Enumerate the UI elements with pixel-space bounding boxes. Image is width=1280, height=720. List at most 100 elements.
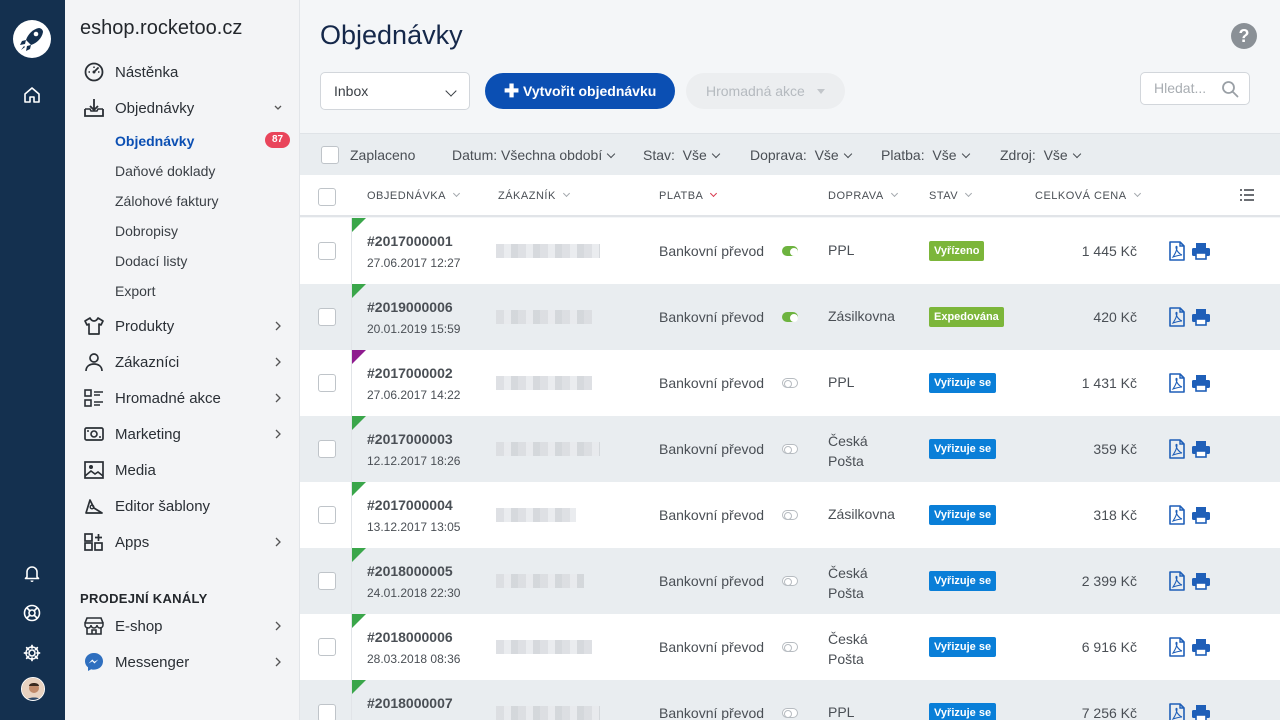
- printer-icon[interactable]: [1191, 506, 1211, 524]
- order-number-link[interactable]: #2017000004: [367, 497, 453, 513]
- column-header-order[interactable]: OBJEDNÁVKA: [367, 189, 461, 202]
- chevron-right-icon[interactable]: [274, 428, 282, 440]
- column-settings-list-icon[interactable]: [1240, 189, 1254, 201]
- search-icon[interactable]: [1221, 80, 1239, 98]
- pdf-icon[interactable]: [1168, 241, 1186, 261]
- bell-icon[interactable]: [22, 563, 42, 583]
- search-input[interactable]: [1154, 80, 1224, 96]
- order-number-link[interactable]: #2018000006: [367, 629, 453, 645]
- rocket-logo-icon[interactable]: [12, 19, 52, 59]
- pdf-icon[interactable]: [1168, 373, 1186, 393]
- shop-name[interactable]: eshop.rocketoo.cz: [80, 17, 242, 40]
- printer-icon[interactable]: [1191, 242, 1211, 260]
- order-number-link[interactable]: #2017000003: [367, 431, 453, 447]
- status-badge[interactable]: Vyřizuje se: [929, 703, 997, 720]
- status-badge[interactable]: Vyřízeno: [929, 241, 985, 261]
- sidebar-item-eshop[interactable]: E-shop: [65, 611, 300, 641]
- row-checkbox[interactable]: [318, 506, 336, 524]
- row-checkbox[interactable]: [318, 374, 336, 392]
- sidebar-item-products[interactable]: Produkty: [65, 311, 300, 341]
- submenu-orders[interactable]: Objednávky: [115, 133, 194, 149]
- paid-toggle[interactable]: [782, 510, 798, 520]
- inbox-select[interactable]: Inbox: [320, 72, 470, 110]
- help-lifebuoy-icon[interactable]: [22, 603, 42, 623]
- sidebar-item-template-editor[interactable]: Editor šablony: [65, 491, 300, 521]
- status-badge[interactable]: Vyřizuje se: [929, 637, 997, 657]
- chevron-right-icon[interactable]: [274, 356, 282, 368]
- paid-toggle[interactable]: [782, 246, 798, 256]
- create-order-button[interactable]: ✚ Vytvořit objednávku: [485, 73, 675, 109]
- row-checkbox[interactable]: [318, 638, 336, 656]
- table-row[interactable]: #2017000003 12.12.2017 18:26 Bankovní přev…: [300, 416, 1280, 482]
- customer-name-blurred[interactable]: [496, 376, 592, 390]
- order-number-link[interactable]: #2017000001: [367, 233, 453, 249]
- order-number-link[interactable]: #2018000005: [367, 563, 453, 579]
- filter-state[interactable]: Stav: Vše: [643, 147, 721, 163]
- printer-icon[interactable]: [1191, 440, 1211, 458]
- paid-toggle[interactable]: [782, 708, 798, 718]
- pdf-icon[interactable]: [1168, 505, 1186, 525]
- paid-toggle[interactable]: [782, 576, 798, 586]
- chevron-right-icon[interactable]: [274, 320, 282, 332]
- customer-name-blurred[interactable]: [496, 310, 592, 324]
- column-header-customer[interactable]: ZÁKAZNÍK: [498, 189, 570, 202]
- customer-name-blurred[interactable]: [496, 706, 600, 720]
- pdf-icon[interactable]: [1168, 307, 1186, 327]
- sidebar-item-media[interactable]: Media: [65, 455, 300, 485]
- bulk-action-button[interactable]: Hromadná akce: [686, 73, 845, 109]
- printer-icon[interactable]: [1191, 572, 1211, 590]
- customer-name-blurred[interactable]: [496, 640, 592, 654]
- chevron-right-icon[interactable]: [274, 392, 282, 404]
- paid-toggle[interactable]: [782, 378, 798, 388]
- search-field[interactable]: [1140, 72, 1250, 105]
- sidebar-item-orders[interactable]: Objednávky: [65, 93, 300, 123]
- table-row[interactable]: #2018000005 24.01.2018 22:30 Bankovní přev…: [300, 548, 1280, 614]
- sidebar-item-apps[interactable]: Apps: [65, 527, 300, 557]
- column-header-shipping[interactable]: DOPRAVA: [828, 189, 898, 202]
- status-badge[interactable]: Vyřizuje se: [929, 505, 997, 525]
- paid-checkbox[interactable]: [321, 146, 339, 164]
- sidebar-item-dashboard[interactable]: Nástěnka: [65, 57, 300, 87]
- sidebar-item-messenger[interactable]: Messenger: [65, 647, 300, 677]
- row-checkbox[interactable]: [318, 242, 336, 260]
- customer-name-blurred[interactable]: [496, 442, 600, 456]
- submenu-export[interactable]: Export: [115, 283, 155, 299]
- order-number-link[interactable]: #2017000002: [367, 365, 453, 381]
- row-checkbox[interactable]: [318, 308, 336, 326]
- submenu-credit-notes[interactable]: Dobropisy: [115, 223, 178, 239]
- filter-paid-label[interactable]: Zaplaceno: [350, 147, 415, 163]
- pdf-icon[interactable]: [1168, 637, 1186, 657]
- column-header-payment[interactable]: PLATBA: [659, 189, 718, 202]
- help-icon[interactable]: ?: [1231, 23, 1257, 49]
- paid-toggle[interactable]: [782, 444, 798, 454]
- status-badge[interactable]: Expedována: [929, 307, 1004, 327]
- user-avatar[interactable]: [21, 677, 45, 701]
- row-checkbox[interactable]: [318, 440, 336, 458]
- table-row[interactable]: #2019000006 20.01.2019 15:59 Bankovní přev…: [300, 284, 1280, 350]
- table-row[interactable]: #2017000002 27.06.2017 14:22 Bankovní přev…: [300, 350, 1280, 416]
- sidebar-item-customers[interactable]: Zákazníci: [65, 347, 300, 377]
- table-row[interactable]: #2018000007 Bankovní převod PPL Vyřizuje se…: [300, 680, 1280, 720]
- table-row[interactable]: #2017000004 13.12.2017 13:05 Bankovní přev…: [300, 482, 1280, 548]
- column-header-status[interactable]: STAV: [929, 189, 973, 202]
- filter-source[interactable]: Zdroj: Vše: [1000, 147, 1081, 163]
- filter-date[interactable]: Datum: Všechna období: [452, 147, 616, 163]
- column-header-total[interactable]: CELKOVÁ CENA: [1035, 189, 1141, 202]
- printer-icon[interactable]: [1191, 638, 1211, 656]
- row-checkbox[interactable]: [318, 704, 336, 720]
- pdf-icon[interactable]: [1168, 439, 1186, 459]
- gear-icon[interactable]: [22, 643, 42, 663]
- order-number-link[interactable]: #2019000006: [367, 299, 453, 315]
- status-badge[interactable]: Vyřizuje se: [929, 439, 997, 459]
- chevron-right-icon[interactable]: [274, 620, 282, 632]
- status-badge[interactable]: Vyřizuje se: [929, 571, 997, 591]
- table-row[interactable]: #2018000006 28.03.2018 08:36 Bankovní přev…: [300, 614, 1280, 680]
- pdf-icon[interactable]: [1168, 703, 1186, 720]
- paid-toggle[interactable]: [782, 642, 798, 652]
- filter-payment[interactable]: Platba: Vše: [881, 147, 970, 163]
- submenu-proforma-invoices[interactable]: Zálohové faktury: [115, 193, 219, 209]
- chevron-right-icon[interactable]: [274, 536, 282, 548]
- order-number-link[interactable]: #2018000007: [367, 695, 453, 711]
- printer-icon[interactable]: [1191, 704, 1211, 720]
- table-row[interactable]: #2017000001 27.06.2017 12:27 Bankovní přev…: [300, 218, 1280, 284]
